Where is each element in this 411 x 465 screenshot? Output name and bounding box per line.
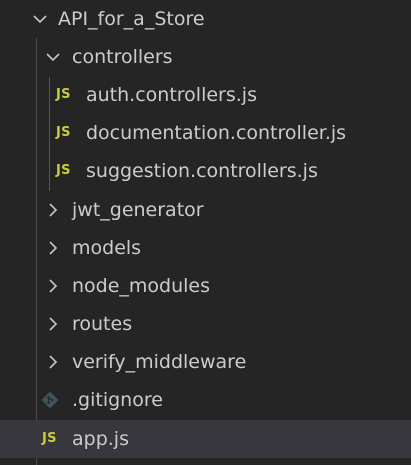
tree-folder-node-modules[interactable]: node_modules [0,267,411,305]
folder-label: node_modules [72,275,211,297]
file-explorer-tree: API_for_a_Store controllers JS auth.cont… [0,0,411,465]
tree-file-suggestion-controllers[interactable]: JS suggestion.controllers.js [0,152,411,190]
file-label: .gitignore [72,389,163,411]
chevron-right-icon [45,316,61,332]
tree-file-auth-controllers[interactable]: JS auth.controllers.js [0,76,411,114]
folder-label: controllers [72,46,173,68]
chevron-right-icon [45,202,61,218]
tree-folder-models[interactable]: models [0,229,411,267]
tree-folder-jwt-generator[interactable]: jwt_generator [0,191,411,229]
folder-label: models [72,237,142,259]
js-file-icon: JS [42,431,57,446]
js-file-icon: JS [56,163,71,178]
tree-file-documentation-controller[interactable]: JS documentation.controller.js [0,114,411,152]
tree-folder-controllers[interactable]: controllers [0,38,411,76]
folder-label: API_for_a_Store [58,8,205,30]
folder-label: verify_middleware [72,351,247,373]
js-file-icon: JS [56,125,71,140]
folder-label: routes [72,313,133,335]
file-label: app.js [72,428,129,450]
file-label: auth.controllers.js [86,84,257,106]
chevron-right-icon [45,240,61,256]
tree-folder-verify-middleware[interactable]: verify_middleware [0,343,411,381]
file-label: documentation.controller.js [86,122,347,144]
chevron-right-icon [45,354,61,370]
tree-file-app-js[interactable]: JS app.js [0,420,411,458]
tree-file-gitignore[interactable]: .gitignore [0,381,411,419]
git-icon [41,391,59,409]
file-label: suggestion.controllers.js [86,160,318,182]
tree-folder-root[interactable]: API_for_a_Store [0,0,411,38]
tree-folder-routes[interactable]: routes [0,305,411,343]
chevron-right-icon [45,278,61,294]
chevron-down-icon [45,49,61,65]
js-file-icon: JS [56,87,71,102]
chevron-down-icon [32,11,48,27]
folder-label: jwt_generator [72,199,204,221]
